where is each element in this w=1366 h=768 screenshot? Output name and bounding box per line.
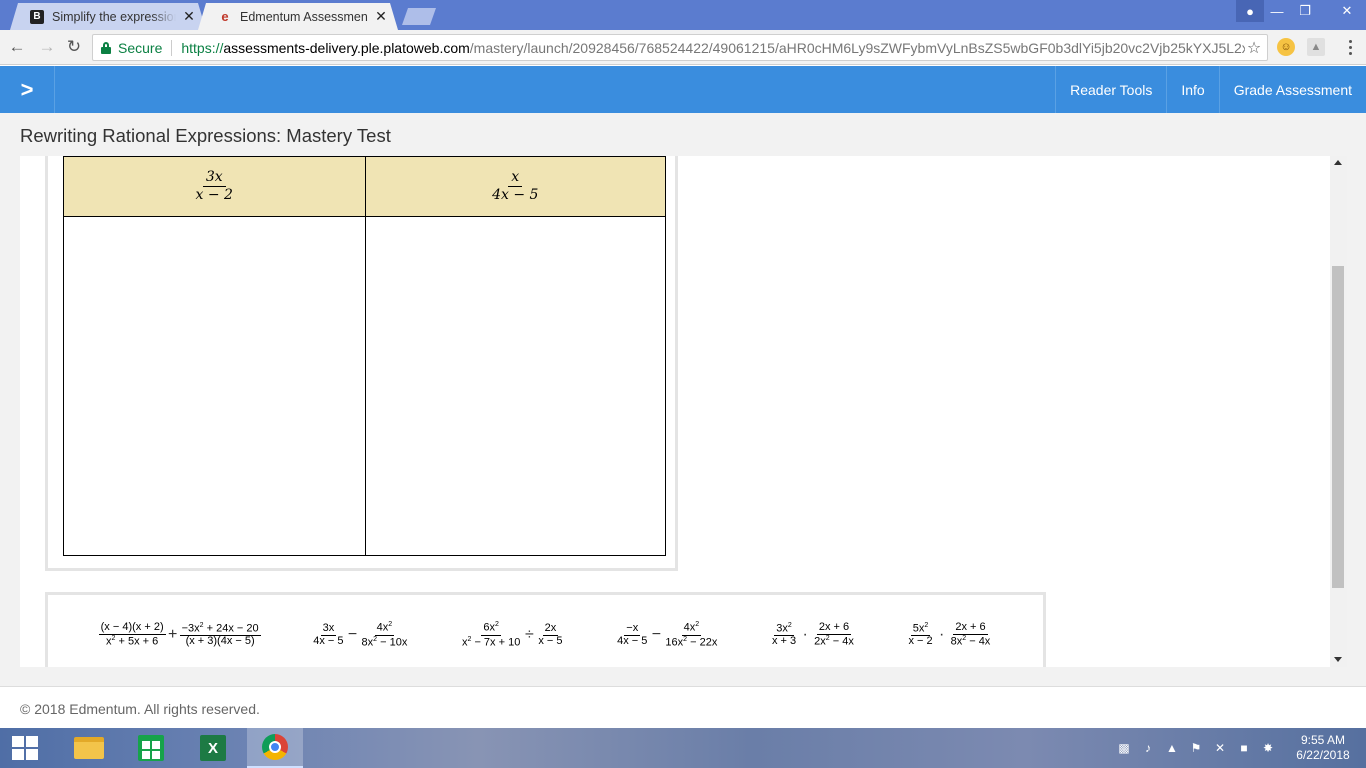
reader-tools-button[interactable]: Reader Tools	[1055, 66, 1166, 113]
store-icon	[138, 735, 164, 761]
chrome-button[interactable]	[247, 728, 303, 768]
expression-tile[interactable]: −x 4x − 5 − 4x2 16x2 − 22x	[615, 621, 719, 648]
page-footer: © 2018 Edmentum. All rights reserved.	[0, 686, 1366, 728]
network-status-icon[interactable]: ▩	[1116, 741, 1132, 755]
wifi-icon[interactable]: ▲	[1164, 741, 1180, 755]
expression-tile[interactable]: 3x2 x + 3 · 2x + 6 2x2 − 4x	[770, 622, 856, 648]
minus-operator: −	[347, 626, 358, 643]
tab-edmentum-assessments[interactable]: e Edmentum Assessments ✕	[198, 3, 398, 30]
expression-tile[interactable]: 5x2 x − 2 · 2x + 6 8x2 − 4x	[906, 622, 992, 648]
tile-bank: (x − 4)(x + 2) x2 + 5x + 6 + −3x2 + 24x …	[45, 592, 1046, 667]
sort-table-container: 3x x − 2 x 4x − 5	[45, 156, 678, 571]
divide-operator: ÷	[524, 626, 534, 643]
sort-table: 3x x − 2 x 4x − 5	[63, 156, 666, 556]
reload-icon[interactable]: ↻	[64, 37, 84, 57]
tab-title: Simplify the expression g	[52, 9, 176, 24]
clock-date: 6/22/2018	[1296, 748, 1350, 762]
address-separator	[171, 39, 173, 56]
store-button[interactable]	[123, 728, 179, 768]
folder-icon	[74, 737, 104, 759]
restore-button[interactable]: ❐	[1290, 0, 1320, 22]
window-close-button[interactable]: ✕	[1330, 0, 1364, 22]
close-icon[interactable]: ✕	[374, 10, 388, 24]
forward-arrow-icon[interactable]: →	[37, 37, 57, 57]
bookmark-star-icon[interactable]: ☆	[1245, 38, 1263, 58]
app-nav: Reader Tools Info Grade Assessment	[1055, 66, 1366, 113]
security-tray-icon[interactable]: ■	[1236, 741, 1252, 755]
column-header-fraction: 3x x − 2	[195, 169, 233, 203]
user-icon[interactable]: ●	[1236, 0, 1264, 22]
column-header: 3x x − 2	[64, 157, 365, 217]
new-tab-button[interactable]	[402, 8, 436, 25]
action-center-flag-icon[interactable]: ⚑	[1188, 741, 1204, 755]
page-title: Rewriting Rational Expressions: Mastery …	[20, 125, 391, 146]
windows-taskbar: X ▩ ♪ ▲ ⚑ ✕ ■ ✸ 9:55 AM 6/22/2018	[0, 728, 1366, 768]
content-scrollbar[interactable]	[1330, 156, 1347, 667]
clock-time: 9:55 AM	[1300, 733, 1346, 747]
minimize-button[interactable]: —	[1262, 0, 1292, 22]
back-arrow-icon[interactable]: ←	[7, 37, 27, 57]
question-content: 3x x − 2 x 4x − 5 (x − 4)(x + 2) x2 + 5x…	[20, 156, 1330, 667]
tile-row: (x − 4)(x + 2) x2 + 5x + 6 + −3x2 + 24x …	[48, 595, 1043, 667]
info-button[interactable]: Info	[1166, 66, 1218, 113]
multiply-operator: ·	[938, 626, 945, 643]
windows-start-icon[interactable]	[12, 736, 38, 760]
scroll-thumb[interactable]	[1332, 266, 1344, 588]
chrome-icon	[262, 734, 288, 760]
drop-zone[interactable]	[64, 217, 365, 555]
edmentum-icon: e	[221, 9, 229, 24]
plus-operator: +	[167, 626, 178, 643]
taskbar-clock[interactable]: 9:55 AM 6/22/2018	[1288, 733, 1358, 763]
antivirus-icon[interactable]: ✕	[1212, 741, 1228, 755]
expression-tile[interactable]: 6x2 x2 − 7x + 10 ÷ 2x x − 5	[460, 621, 565, 648]
browser-menu-icon[interactable]	[1341, 38, 1359, 56]
tab-simplify-expression[interactable]: B Simplify the expression g ✕	[10, 3, 206, 30]
drop-zone[interactable]	[366, 217, 666, 555]
close-icon[interactable]: ✕	[182, 10, 196, 24]
lock-icon	[101, 41, 111, 54]
sort-column-1: 3x x − 2	[64, 157, 365, 555]
grade-assessment-button[interactable]: Grade Assessment	[1218, 66, 1366, 113]
address-bar[interactable]: Secure https://assessments-delivery.ple.…	[92, 34, 1268, 61]
url-text[interactable]: https://assessments-delivery.ple.platowe…	[181, 40, 1245, 56]
emoji-extension-icon[interactable]: ☺	[1277, 38, 1295, 56]
expression-tile[interactable]: (x − 4)(x + 2) x2 + 5x + 6 + −3x2 + 24x …	[98, 622, 261, 648]
browser-toolbar: ← → ↻ Secure https://assessments-deliver…	[0, 30, 1366, 65]
system-tray: ▩ ♪ ▲ ⚑ ✕ ■ ✸	[1116, 728, 1276, 768]
sort-column-2: x 4x − 5	[364, 157, 666, 555]
secure-label: Secure	[118, 39, 163, 56]
excel-icon: X	[200, 735, 226, 761]
file-explorer-button[interactable]	[61, 728, 117, 768]
minus-operator: −	[651, 626, 662, 643]
column-header-fraction: x 4x − 5	[492, 169, 539, 203]
app-header: > Reader Tools Info Grade Assessment	[0, 66, 1366, 113]
chevron-right-icon[interactable]: >	[0, 66, 55, 113]
tray-app-icon[interactable]: ✸	[1260, 741, 1276, 755]
copyright-text: © 2018 Edmentum. All rights reserved.	[20, 701, 260, 717]
scroll-up-arrow-icon[interactable]	[1334, 160, 1342, 165]
volume-icon[interactable]: ♪	[1140, 741, 1156, 755]
browser-tab-strip: B Simplify the expression g ✕ e Edmentum…	[0, 0, 1366, 30]
expression-tile[interactable]: 3x 4x − 5 − 4x2 8x2 − 10x	[311, 621, 409, 648]
column-header: x 4x − 5	[365, 157, 665, 217]
pdf-extension-icon[interactable]: ▲	[1307, 38, 1325, 56]
excel-button[interactable]: X	[185, 728, 241, 768]
brainly-icon: B	[30, 10, 44, 24]
tab-title: Edmentum Assessments	[240, 9, 368, 24]
scroll-down-arrow-icon[interactable]	[1334, 657, 1342, 662]
multiply-operator: ·	[802, 626, 808, 643]
